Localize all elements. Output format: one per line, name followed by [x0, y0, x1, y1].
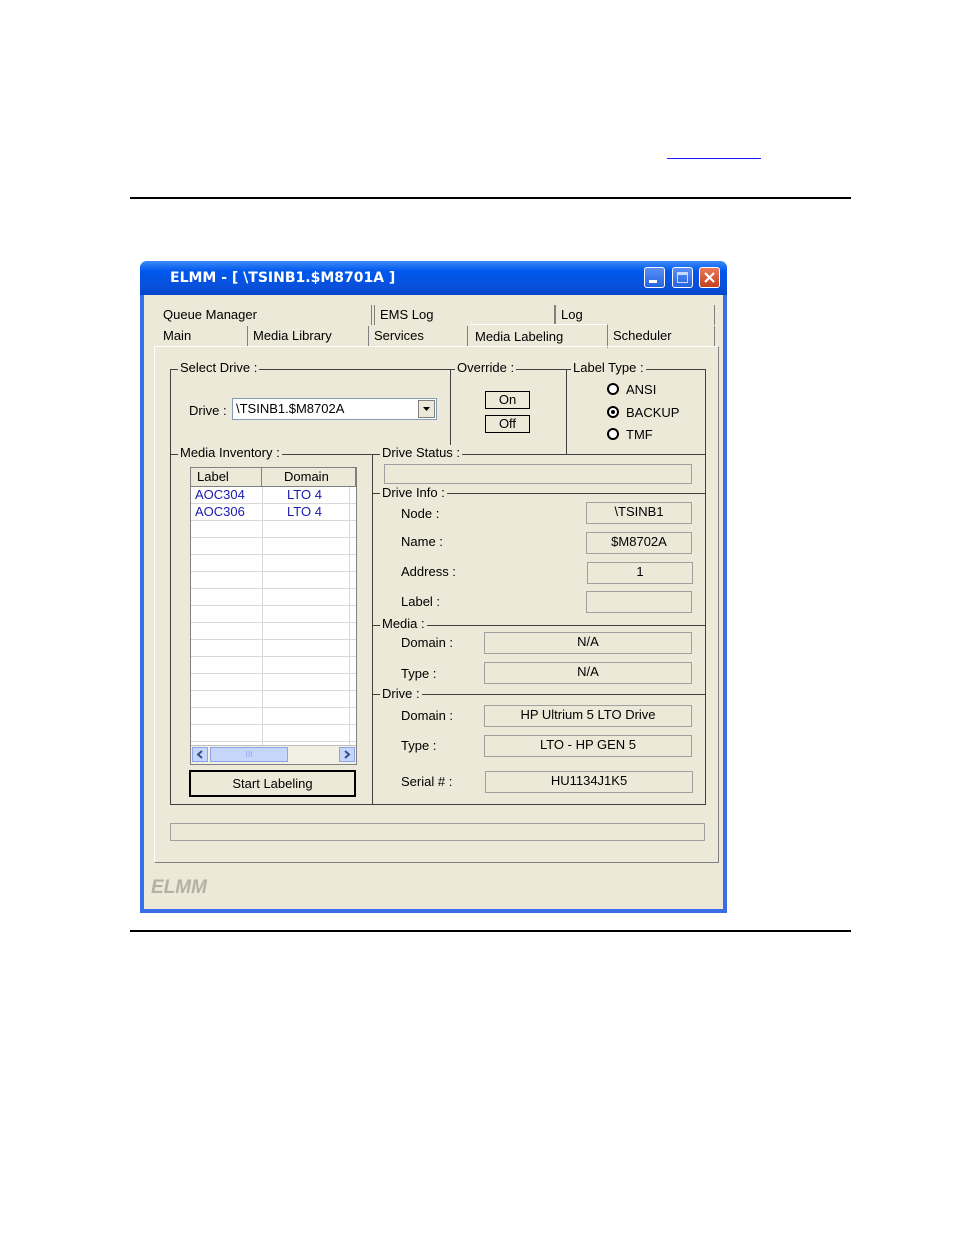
maximize-icon — [677, 272, 688, 283]
serial-label: Serial # : — [401, 774, 453, 789]
drive-status-label: Drive Status : — [380, 445, 463, 460]
media-labeling-panel: Select Drive : Override : Label Type : D… — [154, 346, 719, 863]
table-row[interactable]: AOC306 LTO 4 — [191, 504, 356, 521]
media-type-label: Type : — [401, 666, 437, 681]
close-icon — [704, 272, 715, 283]
media-type-field: N/A — [484, 662, 692, 684]
radio-ansi-label: ANSI — [626, 382, 657, 397]
label-type-label: Label Type : — [571, 360, 646, 375]
media-label: Media : — [380, 616, 427, 631]
chevron-left-icon — [196, 750, 203, 759]
address-field: 1 — [587, 562, 693, 584]
window-title: ELMM - [ \TSINB1.$M8701A ] — [170, 270, 396, 286]
serial-field: HU1134J1K5 — [485, 771, 693, 793]
drive-type-field: LTO - HP GEN 5 — [484, 735, 692, 757]
minimize-icon — [649, 280, 657, 283]
top-rule — [130, 197, 851, 199]
select-drive-label: Select Drive : — [178, 360, 260, 375]
drive-domain-field: HP Ultrium 5 LTO Drive — [484, 705, 692, 727]
tab-media-labeling[interactable]: Media Labeling — [470, 324, 608, 348]
override-on-button[interactable]: On — [485, 391, 530, 409]
radio-tmf-label: TMF — [626, 427, 653, 442]
tab-scheduler[interactable]: Scheduler — [608, 326, 715, 346]
drive-status-field — [384, 464, 692, 484]
name-field: $M8702A — [586, 532, 692, 554]
tab-log[interactable]: Log — [555, 305, 715, 325]
close-button[interactable] — [699, 267, 720, 288]
table-row[interactable]: AOC304 LTO 4 — [191, 487, 356, 504]
column-header-label[interactable]: Label — [191, 468, 262, 487]
chevron-right-icon — [344, 750, 351, 759]
chevron-down-icon — [423, 407, 430, 411]
start-labeling-button[interactable]: Start Labeling — [189, 770, 356, 797]
row-label: AOC304 — [195, 487, 245, 502]
media-inventory-label: Media Inventory : — [178, 445, 282, 460]
elmm-window: ELMM - [ \TSINB1.$M8701A ] Queue Manager… — [140, 261, 727, 913]
row-domain: LTO 4 — [287, 504, 322, 519]
scroll-left-button[interactable] — [192, 747, 208, 762]
drive-domain-label: Domain : — [401, 708, 454, 723]
tab-queue-manager[interactable]: Queue Manager — [158, 305, 372, 325]
radio-ansi[interactable] — [607, 383, 619, 395]
column-header-domain[interactable]: Domain — [262, 468, 356, 487]
row-label: AOC306 — [195, 504, 245, 519]
label-label: Label : — [401, 594, 441, 609]
label-field — [586, 591, 692, 613]
combobox-dropdown-button[interactable] — [418, 400, 435, 418]
media-domain-field: N/A — [484, 632, 692, 654]
drive-info-label: Drive Info : — [380, 485, 447, 500]
title-bar[interactable]: ELMM - [ \TSINB1.$M8701A ] — [140, 261, 727, 295]
node-field: \TSINB1 — [586, 502, 692, 524]
drive-combobox-value: \TSINB1.$M8702A — [236, 401, 345, 416]
address-label: Address : — [401, 564, 456, 579]
minimize-button[interactable] — [644, 267, 665, 288]
override-off-button[interactable]: Off — [485, 415, 530, 433]
row-domain: LTO 4 — [287, 487, 322, 502]
radio-backup[interactable] — [607, 406, 619, 418]
radio-tmf[interactable] — [607, 428, 619, 440]
media-inventory-list[interactable]: Label Domain AOC304 LTO 4 AOC306 LTO 4 I… — [190, 467, 357, 765]
node-label: Node : — [401, 506, 440, 521]
maximize-button[interactable] — [672, 267, 693, 288]
scroll-thumb-grip: III — [245, 750, 253, 759]
media-domain-label: Domain : — [401, 635, 454, 650]
tab-main[interactable]: Main — [158, 326, 248, 346]
window-client: Queue Manager EMS Log Log Main Media Lib… — [144, 295, 723, 909]
override-label: Override : — [455, 360, 517, 375]
elmm-logo: ELMM — [151, 877, 207, 898]
bottom-rule — [130, 930, 851, 932]
tab-services[interactable]: Services — [369, 326, 468, 346]
drive-combobox[interactable]: \TSINB1.$M8702A — [232, 398, 437, 420]
document-link-underline[interactable] — [667, 140, 761, 159]
drive-group-label: Drive : — [380, 686, 422, 701]
tab-ems-log[interactable]: EMS Log — [374, 305, 555, 325]
drive-label: Drive : — [189, 403, 227, 418]
drive-type-label: Type : — [401, 738, 437, 753]
progress-bar — [170, 823, 705, 841]
scroll-right-button[interactable] — [339, 747, 355, 762]
tab-media-library[interactable]: Media Library — [248, 326, 369, 346]
horizontal-scrollbar[interactable]: III — [191, 745, 356, 764]
name-label: Name : — [401, 534, 443, 549]
radio-backup-label: BACKUP — [626, 405, 680, 420]
scroll-thumb[interactable]: III — [210, 747, 288, 762]
